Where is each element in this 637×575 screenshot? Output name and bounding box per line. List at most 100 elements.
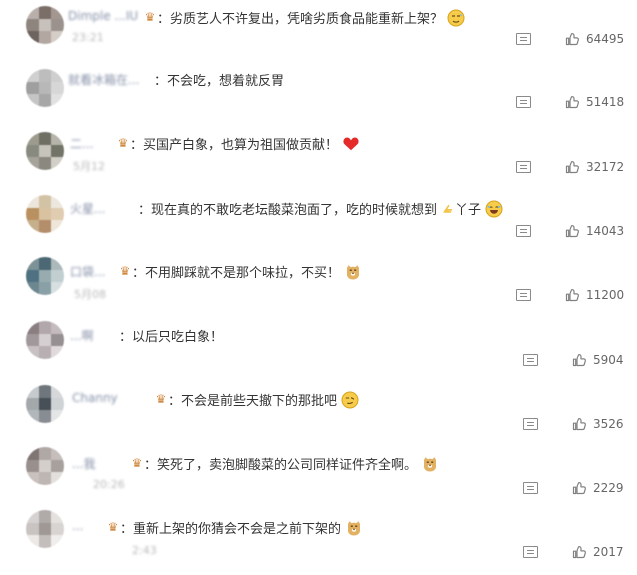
avatar-cell (26, 459, 39, 473)
comment-content: ：笑死了，卖泡脚酸菜的公司同样证件齐全啊。 (144, 454, 439, 477)
avatar-mosaic (26, 6, 64, 44)
avatar-cell (26, 447, 39, 460)
reply-icon[interactable] (523, 546, 538, 558)
thumbs-up-icon (565, 33, 579, 46)
avatar-mosaic (26, 257, 64, 295)
avatar-cell (38, 410, 52, 423)
reply-icon[interactable] (523, 354, 538, 366)
like-count: 14043 (586, 224, 625, 238)
comment-text: 以后只吃白象！ (132, 330, 224, 345)
username[interactable]: 就看冰箱在... (68, 71, 139, 88)
avatar-cell (26, 282, 39, 295)
avatar[interactable] (26, 257, 64, 295)
like-count: 5904 (593, 353, 624, 367)
like-count: 11200 (586, 288, 625, 302)
avatar[interactable] (26, 195, 64, 233)
avatar-cell (26, 6, 39, 19)
comment-separator: ： (154, 74, 168, 89)
avatar-cell (26, 18, 39, 32)
avatar-cell (26, 410, 39, 423)
reply-icon[interactable] (523, 482, 538, 494)
comment-text: 重新上架的你猜会不会是之前下架的 (133, 522, 342, 537)
comment-time: 5月08 (74, 288, 106, 301)
avatar[interactable] (26, 321, 64, 359)
username[interactable]: 口袋... (70, 263, 105, 280)
comment-item-8: ...我 ♛ ：笑死了，卖泡脚酸菜的公司同样证件齐全啊。 20:26 2229 (0, 441, 637, 505)
avatar-cell (38, 6, 52, 19)
username[interactable]: 二... (70, 135, 93, 152)
reply-icon[interactable] (516, 96, 531, 108)
thumbs-up-icon (565, 289, 579, 302)
avatar-cell (26, 535, 39, 548)
avatar-cell (26, 144, 39, 158)
avatar[interactable] (26, 6, 64, 44)
like-button[interactable]: 64495 (564, 31, 624, 47)
avatar-cell (38, 397, 52, 411)
comment-text: 现在真的不敢吃老坛酸菜泡面了，吃的时候就想到 (151, 203, 438, 218)
avatar-cell (26, 472, 39, 485)
like-button[interactable]: 51418 (564, 94, 624, 110)
vip-crown-icon: ♛ (119, 264, 131, 278)
avatar[interactable] (26, 510, 64, 548)
like-button[interactable]: 14043 (564, 223, 624, 239)
comment-content: ：劣质艺人不许复出，凭啥劣质食品能重新上架？ (157, 8, 465, 31)
sweat-smile-emoji-icon (447, 9, 465, 31)
avatar-mosaic (26, 195, 64, 233)
avatar-cell (51, 447, 64, 460)
avatar-cell (26, 157, 39, 170)
avatar[interactable] (26, 385, 64, 423)
comment-text: 买国产白象，也算为祖国做贡献！ (143, 138, 339, 153)
avatar-cell (51, 535, 64, 548)
reply-icon[interactable] (516, 33, 531, 45)
like-button[interactable]: 2017 (571, 544, 624, 560)
like-button[interactable]: 32172 (564, 159, 624, 175)
avatar-cell (51, 157, 64, 170)
pointing-finger-emoji-icon (441, 202, 455, 220)
avatar-cell (38, 333, 52, 347)
avatar-mosaic (26, 385, 64, 423)
username[interactable]: Channy (72, 391, 118, 405)
thumbs-up-icon (565, 96, 579, 109)
username[interactable]: 火星... (70, 200, 105, 217)
avatar-cell (26, 81, 39, 95)
avatar[interactable] (26, 69, 64, 107)
avatar-cell (26, 397, 39, 411)
comment-content: ：买国产白象，也算为祖国做贡献！ (130, 134, 360, 157)
avatar-cell (38, 472, 52, 485)
avatar-cell (51, 510, 64, 523)
comment-content: ：不会是前些天撤下的那批吧 (168, 390, 359, 413)
like-button[interactable]: 11200 (564, 287, 624, 303)
avatar-cell (51, 321, 64, 334)
like-button[interactable]: 2229 (571, 480, 624, 496)
avatar[interactable] (26, 447, 64, 485)
comment-separator: ： (132, 266, 146, 281)
like-count: 2017 (593, 545, 624, 559)
username[interactable]: ...我 (72, 455, 95, 472)
reply-icon[interactable] (516, 225, 531, 237)
avatar-cell (26, 510, 39, 523)
avatar-cell (26, 69, 39, 82)
avatar-cell (51, 220, 64, 233)
reply-icon[interactable] (516, 289, 531, 301)
avatar-cell (38, 207, 52, 221)
avatar-cell (51, 18, 64, 32)
reply-icon[interactable] (516, 161, 531, 173)
avatar-cell (38, 282, 52, 295)
avatar-cell (26, 207, 39, 221)
like-button[interactable]: 3526 (571, 416, 624, 432)
username[interactable]: ...啊 (70, 327, 93, 344)
like-button[interactable]: 5904 (571, 352, 624, 368)
reply-icon[interactable] (523, 418, 538, 430)
comment-text: 不用脚踩就不是那个味拉，不买！ (145, 266, 341, 281)
username[interactable]: ... (72, 519, 83, 533)
avatar[interactable] (26, 132, 64, 170)
username[interactable]: Dimple ...IU (68, 9, 138, 23)
avatar-cell (26, 220, 39, 233)
avatar-cell (51, 257, 64, 270)
avatar-cell (51, 132, 64, 145)
comment-time: 23:21 (72, 31, 104, 44)
comment-text: 劣质艺人不许复出，凭啥劣质食品能重新上架？ (170, 12, 444, 27)
doge-emoji-icon (344, 263, 362, 285)
avatar-cell (38, 195, 52, 208)
thumbs-up-icon (572, 354, 586, 367)
